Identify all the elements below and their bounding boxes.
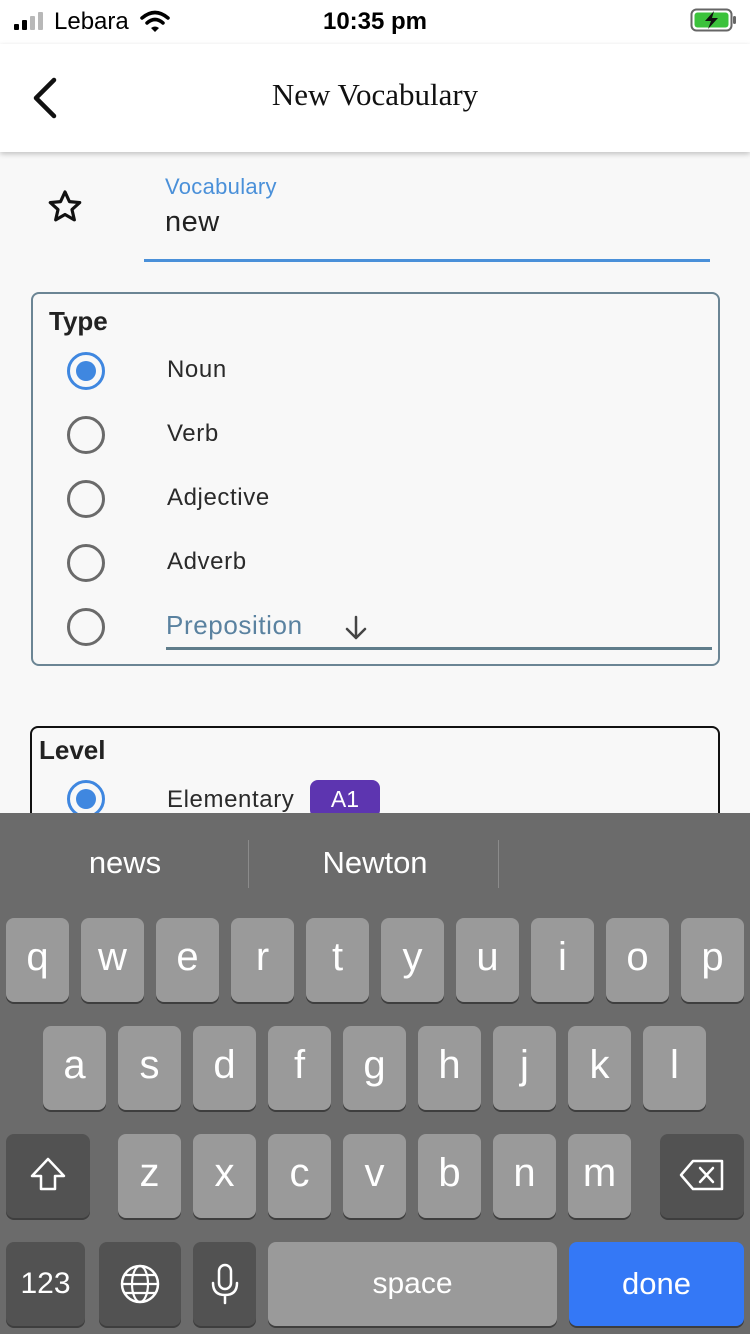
key-m[interactable]: m [568, 1134, 631, 1218]
dictation-key[interactable] [193, 1242, 256, 1326]
key-p[interactable]: p [681, 918, 744, 1002]
key-j[interactable]: j [493, 1026, 556, 1110]
key-d[interactable]: d [193, 1026, 256, 1110]
radio-adjective[interactable] [67, 480, 105, 518]
key-v[interactable]: v [343, 1134, 406, 1218]
key-n[interactable]: n [493, 1134, 556, 1218]
option-label-adjective: Adjective [167, 484, 270, 511]
on-screen-keyboard: news Newton q w e r t y u i o p a s d f … [0, 813, 750, 1334]
vocabulary-input[interactable]: new [165, 206, 220, 239]
battery-charging-icon [690, 8, 736, 32]
radio-adverb[interactable] [67, 544, 105, 582]
key-x[interactable]: x [193, 1134, 256, 1218]
favorite-star-icon[interactable] [46, 188, 84, 226]
key-f[interactable]: f [268, 1026, 331, 1110]
dropdown-selected-value: Preposition [166, 610, 303, 640]
radio-noun[interactable] [67, 352, 105, 390]
key-o[interactable]: o [606, 918, 669, 1002]
arrow-down-icon [345, 615, 367, 640]
key-z[interactable]: z [118, 1134, 181, 1218]
status-time: 10:35 pm [322, 8, 428, 35]
status-bar: Lebara 10:35 pm [0, 0, 750, 44]
globe-icon [120, 1264, 160, 1304]
key-r[interactable]: r [231, 918, 294, 1002]
navigation-bar: New Vocabulary [0, 44, 750, 152]
key-l[interactable]: l [643, 1026, 706, 1110]
vocabulary-field-label: Vocabulary [165, 174, 277, 199]
suggestion-item[interactable]: news [0, 845, 250, 881]
shift-icon [30, 1157, 66, 1191]
key-c[interactable]: c [268, 1134, 331, 1218]
type-group-title: Type [49, 306, 108, 336]
option-label-verb: Verb [167, 420, 219, 447]
key-g[interactable]: g [343, 1026, 406, 1110]
vocabulary-input-underline [144, 259, 710, 262]
page-title: New Vocabulary [271, 77, 479, 112]
globe-key[interactable] [99, 1242, 181, 1326]
suggestion-bar: news Newton [0, 813, 750, 913]
radio-verb[interactable] [67, 416, 105, 454]
key-u[interactable]: u [456, 918, 519, 1002]
backspace-key[interactable] [660, 1134, 744, 1218]
key-w[interactable]: w [81, 918, 144, 1002]
key-i[interactable]: i [531, 918, 594, 1002]
key-k[interactable]: k [568, 1026, 631, 1110]
shift-key[interactable] [6, 1134, 90, 1218]
space-key[interactable]: space [268, 1242, 557, 1326]
key-b[interactable]: b [418, 1134, 481, 1218]
microphone-icon [211, 1263, 238, 1305]
option-label-noun: Noun [167, 356, 227, 383]
key-q[interactable]: q [6, 918, 69, 1002]
key-e[interactable]: e [156, 918, 219, 1002]
backspace-icon [679, 1159, 724, 1191]
numbers-key[interactable]: 123 [6, 1242, 85, 1326]
level-group-title: Level [39, 735, 106, 765]
key-s[interactable]: s [118, 1026, 181, 1110]
suggestion-divider [498, 840, 499, 888]
option-label-elementary: Elementary [167, 786, 295, 813]
option-label-adverb: Adverb [167, 548, 247, 575]
suggestion-divider [248, 840, 249, 888]
suggestion-item[interactable]: Newton [250, 845, 500, 881]
done-key[interactable]: done [569, 1242, 744, 1326]
key-h[interactable]: h [418, 1026, 481, 1110]
key-a[interactable]: a [43, 1026, 106, 1110]
key-t[interactable]: t [306, 918, 369, 1002]
key-y[interactable]: y [381, 918, 444, 1002]
type-dropdown[interactable]: Preposition [166, 608, 712, 650]
radio-other-type[interactable] [67, 608, 105, 646]
